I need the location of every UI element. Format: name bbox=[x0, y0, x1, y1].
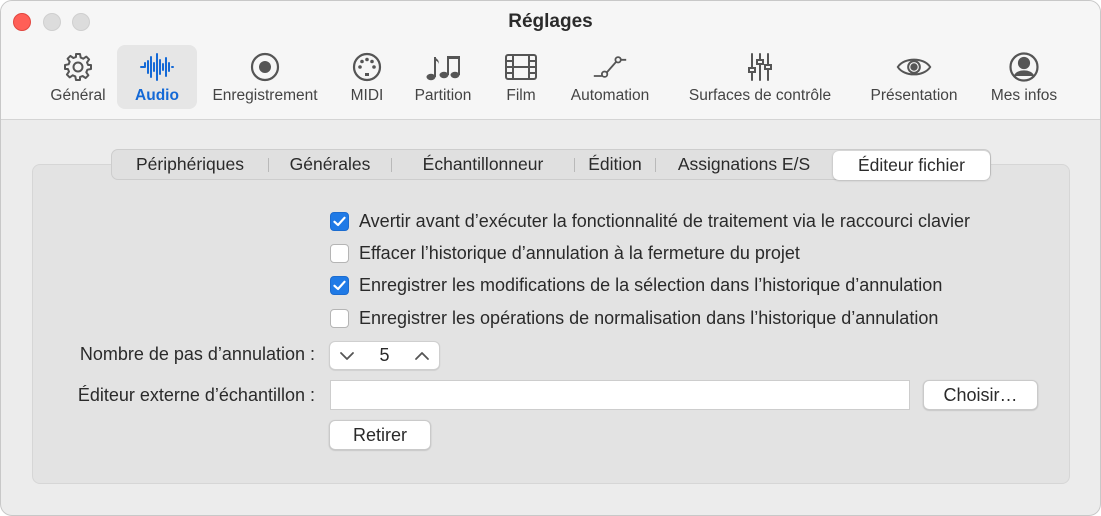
gear-icon bbox=[60, 49, 96, 85]
toolbar-item-automation[interactable]: Automation bbox=[561, 45, 659, 109]
checkbox-unchecked[interactable] bbox=[330, 243, 349, 263]
toolbar-item-presentation[interactable]: Présentation bbox=[859, 45, 969, 109]
toolbar-item-label: MIDI bbox=[350, 87, 384, 104]
record-icon bbox=[247, 49, 283, 85]
title-bar: Réglages Général Audio Enregistrement MI… bbox=[1, 1, 1100, 120]
tab-echantillonneur[interactable]: Échantillonneur bbox=[392, 150, 574, 179]
toolbar-item-surfaces-de-controle[interactable]: Surfaces de contrôle bbox=[675, 45, 845, 109]
toolbar-item-label: Général bbox=[50, 87, 106, 104]
checkmark-icon bbox=[333, 216, 346, 226]
option-clear-undo-history[interactable]: Effacer l’historique d’annulation à la f… bbox=[330, 241, 800, 265]
film-icon bbox=[503, 49, 539, 85]
option-record-normalize-ops[interactable]: Enregistrer les opérations de normalisat… bbox=[330, 306, 938, 330]
tab-peripheriques[interactable]: Périphériques bbox=[112, 150, 268, 179]
option-warn-before-shortcut[interactable]: Avertir avant d’exécuter la fonctionnali… bbox=[330, 209, 970, 233]
remove-button[interactable]: Retirer bbox=[329, 420, 431, 450]
toolbar-item-label: Enregistrement bbox=[212, 87, 318, 104]
tab-edition[interactable]: Édition bbox=[575, 150, 655, 179]
toolbar-item-midi[interactable]: MIDI bbox=[341, 45, 393, 109]
undo-steps-label: Nombre de pas d’annulation : bbox=[79, 344, 315, 364]
option-label: Enregistrer les opérations de normalisat… bbox=[359, 307, 939, 328]
chevron-up-icon[interactable] bbox=[413, 347, 431, 365]
tab-assignations-es[interactable]: Assignations E/S bbox=[656, 150, 832, 179]
external-editor-label: Éditeur externe d’échantillon : bbox=[77, 385, 315, 405]
toolbar-item-label: Mes infos bbox=[990, 87, 1058, 104]
undo-steps-stepper[interactable]: 5 bbox=[329, 341, 440, 370]
toolbar-item-mes-infos[interactable]: Mes infos bbox=[983, 45, 1065, 109]
eye-icon bbox=[896, 49, 932, 85]
option-label: Avertir avant d’exécuter la fonctionnali… bbox=[359, 210, 970, 231]
midi-port-icon bbox=[349, 49, 385, 85]
music-notes-icon bbox=[425, 49, 461, 85]
toolbar-item-enregistrement[interactable]: Enregistrement bbox=[203, 45, 327, 109]
tab-bar: Périphériques Générales Échantillonneur … bbox=[111, 149, 991, 180]
window-title: Réglages bbox=[508, 11, 593, 32]
option-record-selection-changes[interactable]: Enregistrer les modifications de la séle… bbox=[330, 273, 942, 297]
tab-editeur-fichier[interactable]: Éditeur fichier bbox=[833, 151, 990, 180]
checkbox-checked[interactable] bbox=[330, 275, 349, 295]
tab-generales[interactable]: Générales bbox=[269, 150, 391, 179]
toolbar-item-label: Film bbox=[506, 87, 536, 104]
automation-curve-icon bbox=[592, 49, 628, 85]
option-label: Effacer l’historique d’annulation à la f… bbox=[359, 242, 800, 263]
toolbar-item-label: Audio bbox=[135, 87, 179, 104]
checkbox-unchecked[interactable] bbox=[330, 308, 349, 328]
waveform-icon bbox=[139, 49, 175, 85]
option-label: Enregistrer les modifications de la séle… bbox=[359, 274, 943, 295]
choose-button[interactable]: Choisir… bbox=[923, 380, 1038, 410]
checkbox-checked[interactable] bbox=[330, 211, 349, 231]
person-circle-icon bbox=[1006, 49, 1042, 85]
toolbar-item-label: Partition bbox=[414, 87, 472, 104]
toolbar-item-label: Présentation bbox=[870, 87, 958, 104]
toolbar-item-label: Surfaces de contrôle bbox=[688, 87, 832, 104]
toolbar-item-audio[interactable]: Audio bbox=[117, 45, 197, 109]
settings-window: Réglages Général Audio Enregistrement MI… bbox=[0, 0, 1101, 516]
checkmark-icon bbox=[333, 280, 346, 290]
sliders-icon bbox=[742, 49, 778, 85]
toolbar-item-partition[interactable]: Partition bbox=[405, 45, 481, 109]
toolbar-item-film[interactable]: Film bbox=[495, 45, 547, 109]
external-editor-path-field[interactable] bbox=[330, 380, 910, 410]
toolbar-item-label: Automation bbox=[570, 87, 650, 104]
toolbar-item-general[interactable]: Général bbox=[45, 45, 111, 109]
